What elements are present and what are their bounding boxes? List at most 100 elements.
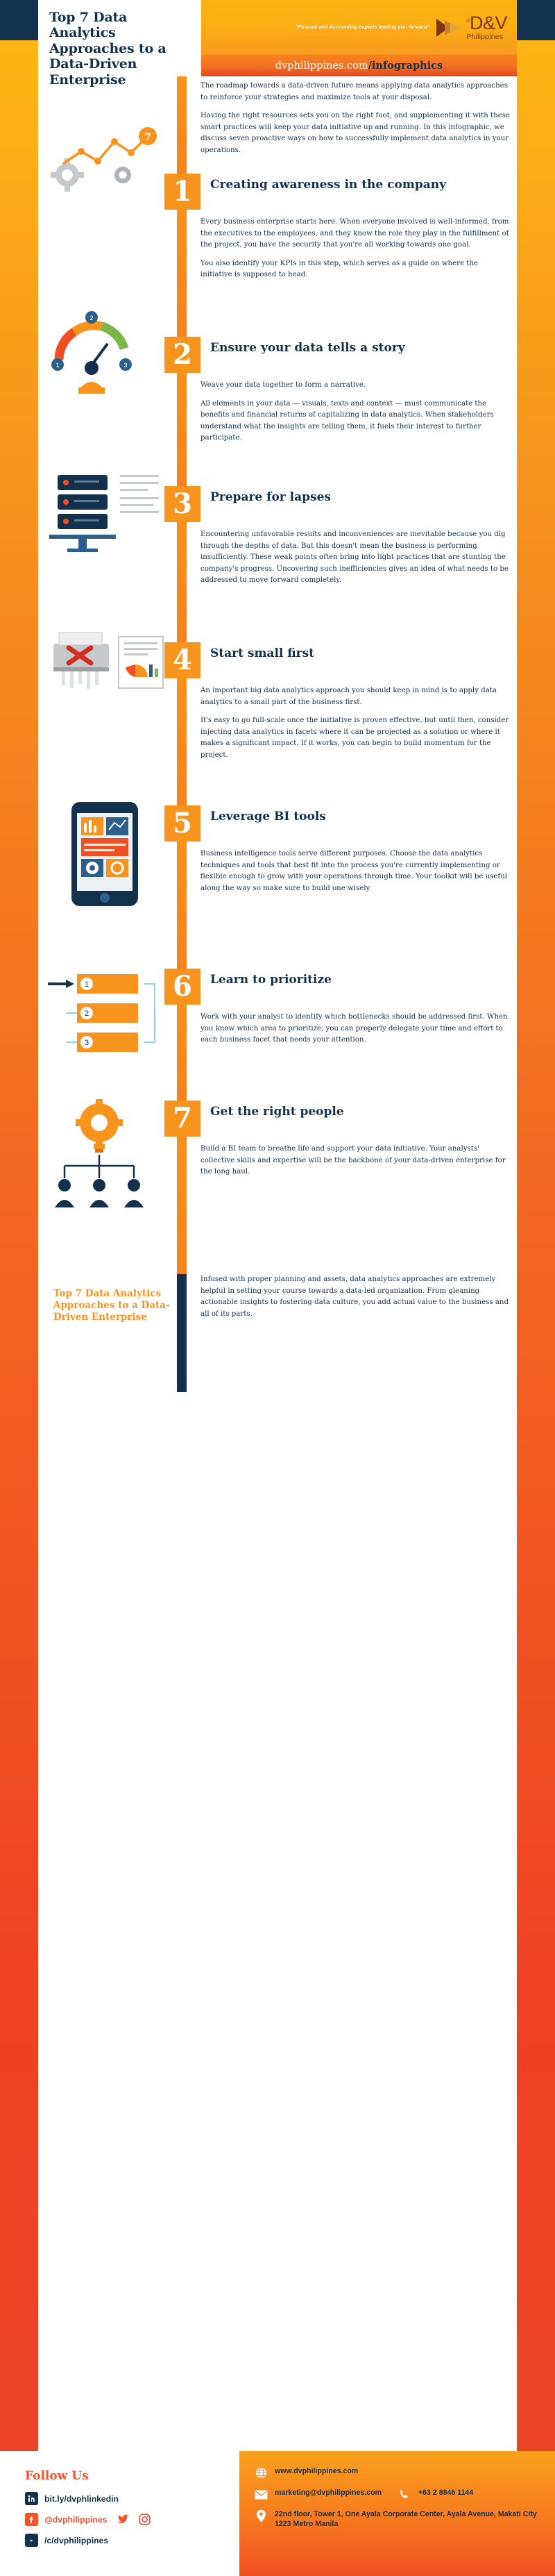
brand-sub: Philippines (466, 33, 504, 42)
small-gear-shape (114, 167, 131, 183)
closing-paragraph: Infused with proper planning and assets,… (200, 1276, 509, 1318)
section-7-illustration (38, 1099, 177, 1274)
document-chart-shape (118, 636, 164, 689)
section-2: 1 2 3 2 Ensure your data tells a story W… (38, 311, 517, 486)
section-7-head: 7 Get the right people (164, 1101, 510, 1137)
section-2-head: 2 Ensure your data tells a story (164, 337, 510, 373)
intro-paragraph-2: Having the right resources sets you on t… (200, 112, 511, 154)
bottom-title: Top 7 Data Analytics Approaches to a Dat… (53, 1288, 170, 1323)
section-1-number-badge: 1 (164, 174, 200, 210)
section-4-number-badge: 4 (164, 642, 200, 678)
social-row-facebook[interactable]: @dvphilippines (25, 2513, 239, 2526)
shredder-shape (53, 632, 109, 689)
youtube-handle[interactable]: /c/dvphilippines (44, 2536, 108, 2545)
section-4-paragraph-2: It's easy to go full-scale once the init… (200, 717, 509, 759)
instagram-icon[interactable] (139, 2514, 151, 2525)
url-band[interactable]: dvphilippines.com/infographics (201, 55, 517, 76)
section-1-number: 1 (173, 175, 192, 208)
right-gradient-rail (517, 0, 555, 2576)
website-text[interactable]: www.dvphilippines.com (275, 2466, 358, 2476)
left-gradient-rail (0, 0, 38, 2576)
bulb-gear-shape (76, 1099, 123, 1153)
phone-text[interactable]: +63 2 8846 1144 (418, 2488, 473, 2498)
section-5-head: 5 Leverage BI tools (164, 805, 510, 842)
section-5-illustration (38, 802, 177, 969)
section-5-number-badge: 5 (164, 805, 200, 842)
twitter-icon[interactable] (117, 2514, 130, 2525)
dv-arrow-icon (435, 17, 463, 39)
closing-title-area: Top 7 Data Analytics Approaches to a Dat… (38, 1274, 177, 1392)
facebook-icon[interactable] (25, 2513, 38, 2526)
section-1-title: Creating awareness in the company (210, 178, 446, 192)
phone-icon (398, 2488, 411, 2501)
header-title-area: Top 7 Data Analytics Approaches to a Dat… (38, 0, 201, 87)
org-connector-shape (63, 1155, 135, 1178)
email-text[interactable]: marketing@dvphilippines.com (275, 2488, 382, 2498)
rail-cap-top-left (0, 0, 38, 40)
closing-section: Top 7 Data Analytics Approaches to a Dat… (38, 1274, 517, 1392)
section-6-number: 6 (173, 970, 192, 1003)
infographic-page: Top 7 Data Analytics Approaches to a Dat… (0, 0, 555, 2576)
dv-wordmark: ®D&V Philippines (466, 14, 507, 41)
section-5: 5 Leverage BI tools Business intelligenc… (38, 802, 517, 969)
section-1-paragraph-1: Every business enterprise starts here. W… (200, 218, 509, 249)
section-4: 4 Start small first An important big dat… (38, 632, 517, 805)
svg-text:7: 7 (144, 132, 151, 143)
globe-icon (255, 2466, 268, 2479)
section-6-title: Learn to prioritize (210, 973, 332, 987)
header: Top 7 Data Analytics Approaches to a Dat… (38, 0, 517, 87)
content-area: Top 7 Data Analytics Approaches to a Dat… (38, 0, 517, 2576)
section-5-title: Leverage BI tools (210, 810, 326, 823)
url-path: /infographics (368, 60, 443, 72)
section-6-head: 6 Learn to prioritize (164, 969, 510, 1005)
section-4-head: 4 Start small first (164, 642, 510, 678)
section-4-number: 4 (173, 644, 192, 676)
section-3-illustration (38, 475, 177, 642)
footer: Follow Us bit.ly/dvphlinkedin @dvphilipp… (0, 2451, 555, 2576)
facebook-handle[interactable]: @dvphilippines (44, 2515, 107, 2525)
section-2-paragraph-2: All elements in your data — visuals, tex… (200, 399, 494, 442)
brand-name: D&V (469, 12, 508, 34)
person-shape (78, 361, 105, 394)
svg-text:2: 2 (89, 315, 93, 321)
svg-text:2: 2 (85, 1010, 89, 1018)
section-2-number-badge: 2 (164, 337, 200, 373)
linkedin-icon[interactable] (25, 2492, 38, 2505)
section-6: 1 2 3 6 Learn to prioritize Work with yo… (38, 969, 517, 1101)
section-3-paragraph-1: Encountering unfavorable results and inc… (200, 530, 509, 585)
section-7-paragraph-1: Build a BI team to breathe life and supp… (200, 1145, 506, 1176)
section-4-illustration (38, 632, 177, 805)
report-lines-shape (120, 475, 159, 513)
pin-icon (255, 2509, 268, 2523)
linkedin-handle[interactable]: bit.ly/dvphlinkedin (44, 2494, 119, 2504)
section-2-title: Ensure your data tells a story (210, 341, 405, 355)
phone-dashboard-shape (71, 802, 138, 906)
footer-social-area: Follow Us bit.ly/dvphlinkedin @dvphilipp… (0, 2451, 239, 2576)
section-2-paragraph-1: Weave your data together to form a narra… (200, 381, 366, 389)
section-7-number: 7 (173, 1102, 192, 1135)
section-4-title: Start small first (210, 646, 315, 660)
youtube-icon[interactable] (25, 2534, 38, 2547)
section-2-illustration: 1 2 3 (38, 311, 177, 486)
section-5-number: 5 (173, 807, 192, 839)
section-3-head: 3 Prepare for lapses (164, 486, 510, 522)
contact-email-phone[interactable]: marketing@dvphilippines.com +63 2 8846 1… (255, 2488, 544, 2501)
section-6-illustration: 1 2 3 (38, 969, 177, 1101)
social-row-linkedin[interactable]: bit.ly/dvphlinkedin (25, 2492, 239, 2505)
svg-text:1: 1 (85, 980, 89, 989)
address-text: 22nd floor, Tower 1, One Ayala Corporate… (275, 2510, 537, 2529)
section-6-number-badge: 6 (164, 969, 200, 1005)
logo-band: "Finance and Accounting experts leading … (201, 0, 517, 55)
svg-text:1: 1 (56, 362, 59, 369)
social-row-youtube[interactable]: /c/dvphilippines (25, 2534, 239, 2547)
follow-us-heading: Follow Us (25, 2469, 89, 2483)
dv-logo: ®D&V Philippines (435, 14, 508, 41)
priority-list-shape: 1 2 3 (48, 974, 156, 1052)
contact-website[interactable]: www.dvphilippines.com (255, 2466, 544, 2479)
rail-cap-top-right (517, 0, 555, 40)
intro-paragraph-1: The roadmap towards a data-driven future… (200, 82, 508, 101)
section-4-paragraph-1: An important big data analytics approach… (200, 687, 497, 706)
section-7-title: Get the right people (210, 1105, 344, 1119)
section-7-number-badge: 7 (164, 1101, 200, 1137)
footer-contact-area: www.dvphilippines.com marketing@dvphilip… (239, 2451, 555, 2576)
